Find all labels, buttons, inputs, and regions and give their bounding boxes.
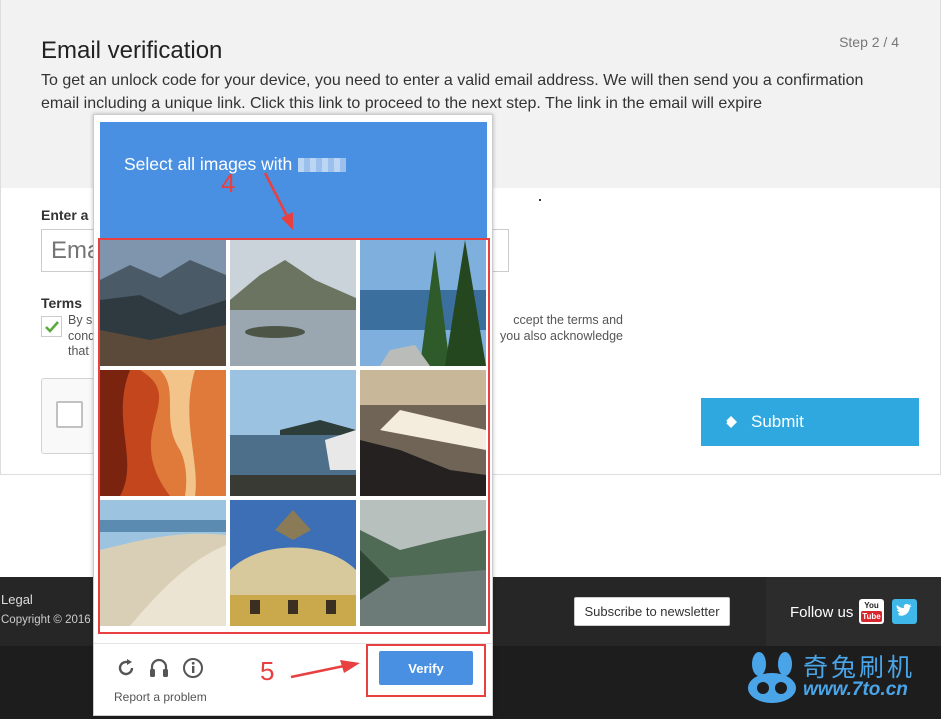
terms-line-1a: By s — [68, 313, 93, 327]
stray-dot — [539, 199, 541, 201]
pencil-icon — [723, 416, 737, 428]
captcha-tile[interactable] — [100, 240, 226, 366]
blurred-target-word — [298, 157, 347, 172]
annotation-step-4: 4 — [221, 168, 236, 198]
legal-link[interactable]: Legal — [1, 592, 33, 607]
recaptcha-widget — [41, 378, 101, 454]
submit-label: Submit — [751, 412, 804, 431]
subscribe-button[interactable]: Subscribe to newsletter — [574, 597, 730, 626]
checkmark-icon — [45, 321, 59, 333]
watermark-url: www.7to.cn — [803, 679, 908, 700]
captcha-tile[interactable] — [230, 240, 356, 366]
audio-icon[interactable] — [148, 657, 170, 679]
terms-line-2b: you also acknowledge — [500, 328, 623, 343]
twitter-icon[interactable] — [892, 599, 917, 624]
pine-trees-coast-image — [360, 240, 486, 366]
step-indicator: Step 2 / 4 — [839, 34, 899, 50]
captcha-tile[interactable] — [230, 500, 356, 626]
submit-button[interactable]: Submit — [701, 398, 919, 446]
captcha-tile[interactable] — [100, 500, 226, 626]
sand-dune-image — [100, 500, 226, 626]
ornate-building-eagle-image — [230, 500, 356, 626]
captcha-tile[interactable] — [360, 370, 486, 496]
captcha-image-grid — [98, 238, 490, 634]
mountain-valley-image — [100, 240, 226, 366]
verify-button[interactable]: Verify — [379, 651, 473, 685]
reload-icon[interactable] — [115, 657, 137, 679]
annotation-step-5: 5 — [260, 656, 275, 686]
youtube-text-bottom: Tube — [861, 611, 882, 622]
follow-label: Follow us — [790, 604, 854, 621]
report-problem-link[interactable]: Report a problem — [114, 690, 207, 704]
captcha-tile[interactable] — [230, 370, 356, 496]
sunset-sea-rocks-image — [360, 370, 486, 496]
youtube-icon[interactable]: You Tube — [859, 599, 884, 624]
copyright: Copyright © 2016 — [1, 614, 91, 626]
recaptcha-checkbox[interactable] — [56, 401, 83, 428]
page-title: Email verification — [41, 37, 223, 64]
youtube-text-top: You — [864, 601, 879, 610]
terms-line-1b: ccept the terms and — [513, 313, 623, 327]
arrow-down-icon — [263, 172, 293, 230]
intro-text: To get an unlock code for your device, y… — [41, 72, 864, 112]
captcha-tile[interactable] — [360, 240, 486, 366]
terms-label: Terms — [41, 295, 82, 311]
harbor-boat-image — [230, 370, 356, 496]
mountain-lake-islet-image — [230, 240, 356, 366]
info-icon[interactable] — [182, 657, 204, 679]
captcha-tile[interactable] — [100, 370, 226, 496]
terms-checkbox[interactable] — [41, 316, 62, 337]
foggy-river-forest-image — [360, 500, 486, 626]
red-canyon-image — [100, 370, 226, 496]
captcha-tile[interactable] — [360, 500, 486, 626]
terms-line-2a: cond — [68, 328, 96, 343]
twitter-bird-icon — [896, 604, 912, 616]
terms-line-3a: that — [68, 344, 89, 358]
arrow-right-icon — [290, 660, 360, 679]
email-label: Enter a — [41, 207, 89, 223]
